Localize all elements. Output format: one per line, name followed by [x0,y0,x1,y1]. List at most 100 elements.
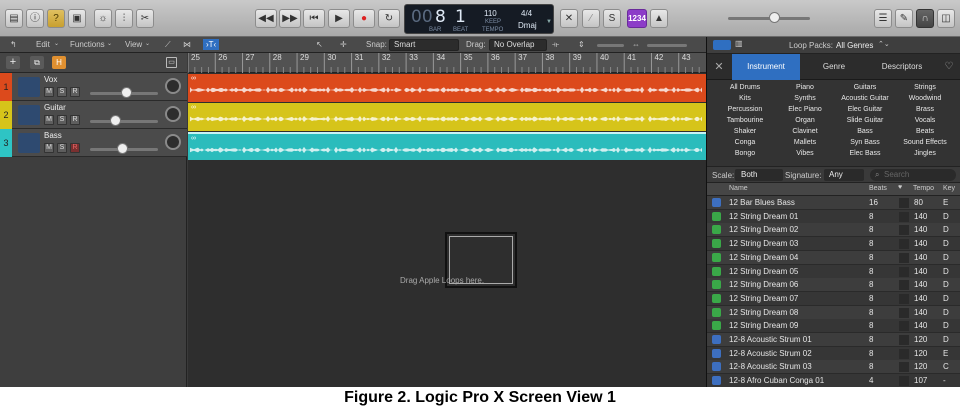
loop-view-icon[interactable] [713,40,731,50]
keyword-button[interactable]: Woodwind [895,95,955,102]
heart-icon[interactable]: ♡ [937,54,960,80]
favorite-checkbox[interactable] [899,225,909,236]
signature-select[interactable]: Any [824,169,864,181]
column-name[interactable]: Name [729,185,748,192]
solo-icon[interactable]: S [603,9,621,28]
timeline-ruler[interactable]: 25 26 27 28 29 30 31 32 33 34 35 36 37 38 39 40 41 42 43 [188,53,706,73]
keyword-button[interactable]: Elec Piano [775,106,835,113]
favorite-checkbox[interactable] [899,239,909,250]
keyword-button[interactable]: Tambourine [715,117,775,124]
favorite-heart-icon[interactable]: ♥ [898,184,902,191]
keyword-button[interactable]: All Drums [715,84,775,91]
keyword-button[interactable]: Piano [775,84,835,91]
loop-packs-select[interactable]: All Genres [836,41,873,50]
loop-row[interactable]: 12 String Dream 01 8 140 D [707,209,960,224]
browsers-icon[interactable]: ◫ [937,9,955,28]
keyword-button[interactable]: Sound Effects [895,139,955,146]
keyword-button[interactable]: Vibes [775,150,835,157]
mute-button[interactable]: M [44,87,54,97]
back-icon[interactable]: ↰ [10,40,17,49]
search-input[interactable]: Search [870,169,956,181]
toolbar-icon[interactable]: ▣ [68,9,86,28]
keyword-button[interactable]: Mallets [775,139,835,146]
audio-region[interactable]: ∞ [188,103,706,131]
go-to-start-button[interactable]: ⏮ [303,9,325,28]
metronome-icon[interactable]: ▲ [650,9,668,28]
track-header[interactable]: 1 Vox M S R [0,73,187,101]
mute-button[interactable]: M [44,143,54,153]
solo-button[interactable]: S [57,87,67,97]
mute-button[interactable]: M [44,115,54,125]
record-button[interactable]: ● [353,9,375,28]
favorite-checkbox[interactable] [899,376,909,387]
functions-menu[interactable]: Functions [70,40,105,49]
pan-knob[interactable] [165,106,181,122]
tracks-area[interactable]: ∞ ∞ ∞ [188,73,706,387]
favorite-checkbox[interactable] [899,280,909,291]
keyword-button[interactable]: Jingles [895,150,955,157]
library-icon[interactable]: ▤ [5,9,23,28]
horizontal-zoom-icon[interactable]: ⇔ [632,40,640,49]
keyword-button[interactable]: Syn Bass [835,139,895,146]
loop-row[interactable]: 12-8 Acoustic Strum 02 8 120 E [707,346,960,361]
column-beats[interactable]: Beats [869,185,887,192]
fast-forward-button[interactable]: ▶▶ [279,9,301,28]
keyword-button[interactable]: Kits [715,95,775,102]
catch-icon[interactable]: ›T‹ [203,39,220,50]
loop-row[interactable]: 12-8 Acoustic Strum 03 8 120 C [707,360,960,375]
loop-row[interactable]: 12-8 Acoustic Strum 01 8 120 D [707,333,960,347]
track-volume-knob[interactable] [117,143,128,154]
column-tempo[interactable]: Tempo [913,185,934,192]
keyword-button[interactable]: Organ [775,117,835,124]
keyword-button[interactable]: Clavinet [775,128,835,135]
solo-button[interactable]: S [57,115,67,125]
loop-browser-icon[interactable]: ∩ [916,9,934,28]
record-enable-button[interactable]: R [70,87,80,97]
favorite-checkbox[interactable] [899,198,909,208]
track-header[interactable]: 2 Guitar M S R [0,101,187,129]
reset-icon[interactable]: ✕ [707,54,731,80]
keyword-button[interactable]: Elec Bass [835,150,895,157]
favorite-checkbox[interactable] [899,321,909,332]
keyword-button[interactable]: Strings [895,84,955,91]
waveform-zoom-icon[interactable]: ⟛ [552,40,559,50]
favorite-checkbox[interactable] [899,348,909,359]
tab-instrument[interactable]: Instrument [732,54,800,80]
drag-select[interactable]: No Overlap [489,39,547,51]
favorite-checkbox[interactable] [899,266,909,277]
keyword-button[interactable]: Brass [895,106,955,113]
list-editors-icon[interactable]: ☰ [874,9,892,28]
scale-select[interactable]: Both [735,169,783,181]
favorite-checkbox[interactable] [899,211,909,222]
play-button[interactable]: ▶ [328,9,350,28]
add-track-button[interactable]: + [6,56,20,69]
mixer-icon[interactable]: ⫶ [115,9,133,28]
solo-button[interactable]: S [57,143,67,153]
track-name[interactable]: Vox [44,75,57,84]
keyword-button[interactable]: Beats [895,128,955,135]
favorite-checkbox[interactable] [899,307,909,318]
rewind-button[interactable]: ◀◀ [255,9,277,28]
editors-icon[interactable]: ✂ [136,9,154,28]
cycle-button[interactable]: ↻ [378,9,400,28]
loop-row[interactable]: 12 String Dream 09 8 140 D [707,319,960,334]
keyword-button[interactable]: Bass [835,128,895,135]
pan-knob[interactable] [165,134,181,150]
loop-row[interactable]: 12-8 Afro Cuban Conga 01 4 107 - [707,374,960,387]
edit-menu[interactable]: Edit [36,40,50,49]
loop-row[interactable]: 12 Bar Blues Bass 16 80 E [707,196,960,210]
loop-row[interactable]: 12 String Dream 08 8 140 D [707,305,960,320]
keyword-button[interactable]: Conga [715,139,775,146]
loop-row[interactable]: 12 String Dream 03 8 140 D [707,237,960,252]
global-tracks-icon[interactable]: ▭ [166,57,177,68]
loop-row[interactable]: 12 String Dream 04 8 140 D [707,250,960,265]
count-in-button[interactable]: 1234 [627,9,647,28]
snap-select[interactable]: Smart [389,39,459,51]
record-enable-button[interactable]: R [70,143,80,153]
track-volume-knob[interactable] [121,87,132,98]
vertical-zoom-slider[interactable] [597,44,624,47]
marquee-tool-icon[interactable]: ✛ [340,40,347,49]
smart-controls-icon[interactable]: ☼ [94,9,112,28]
chevron-down-icon[interactable]: ▼ [546,19,552,25]
track-volume-slider[interactable] [90,120,158,123]
